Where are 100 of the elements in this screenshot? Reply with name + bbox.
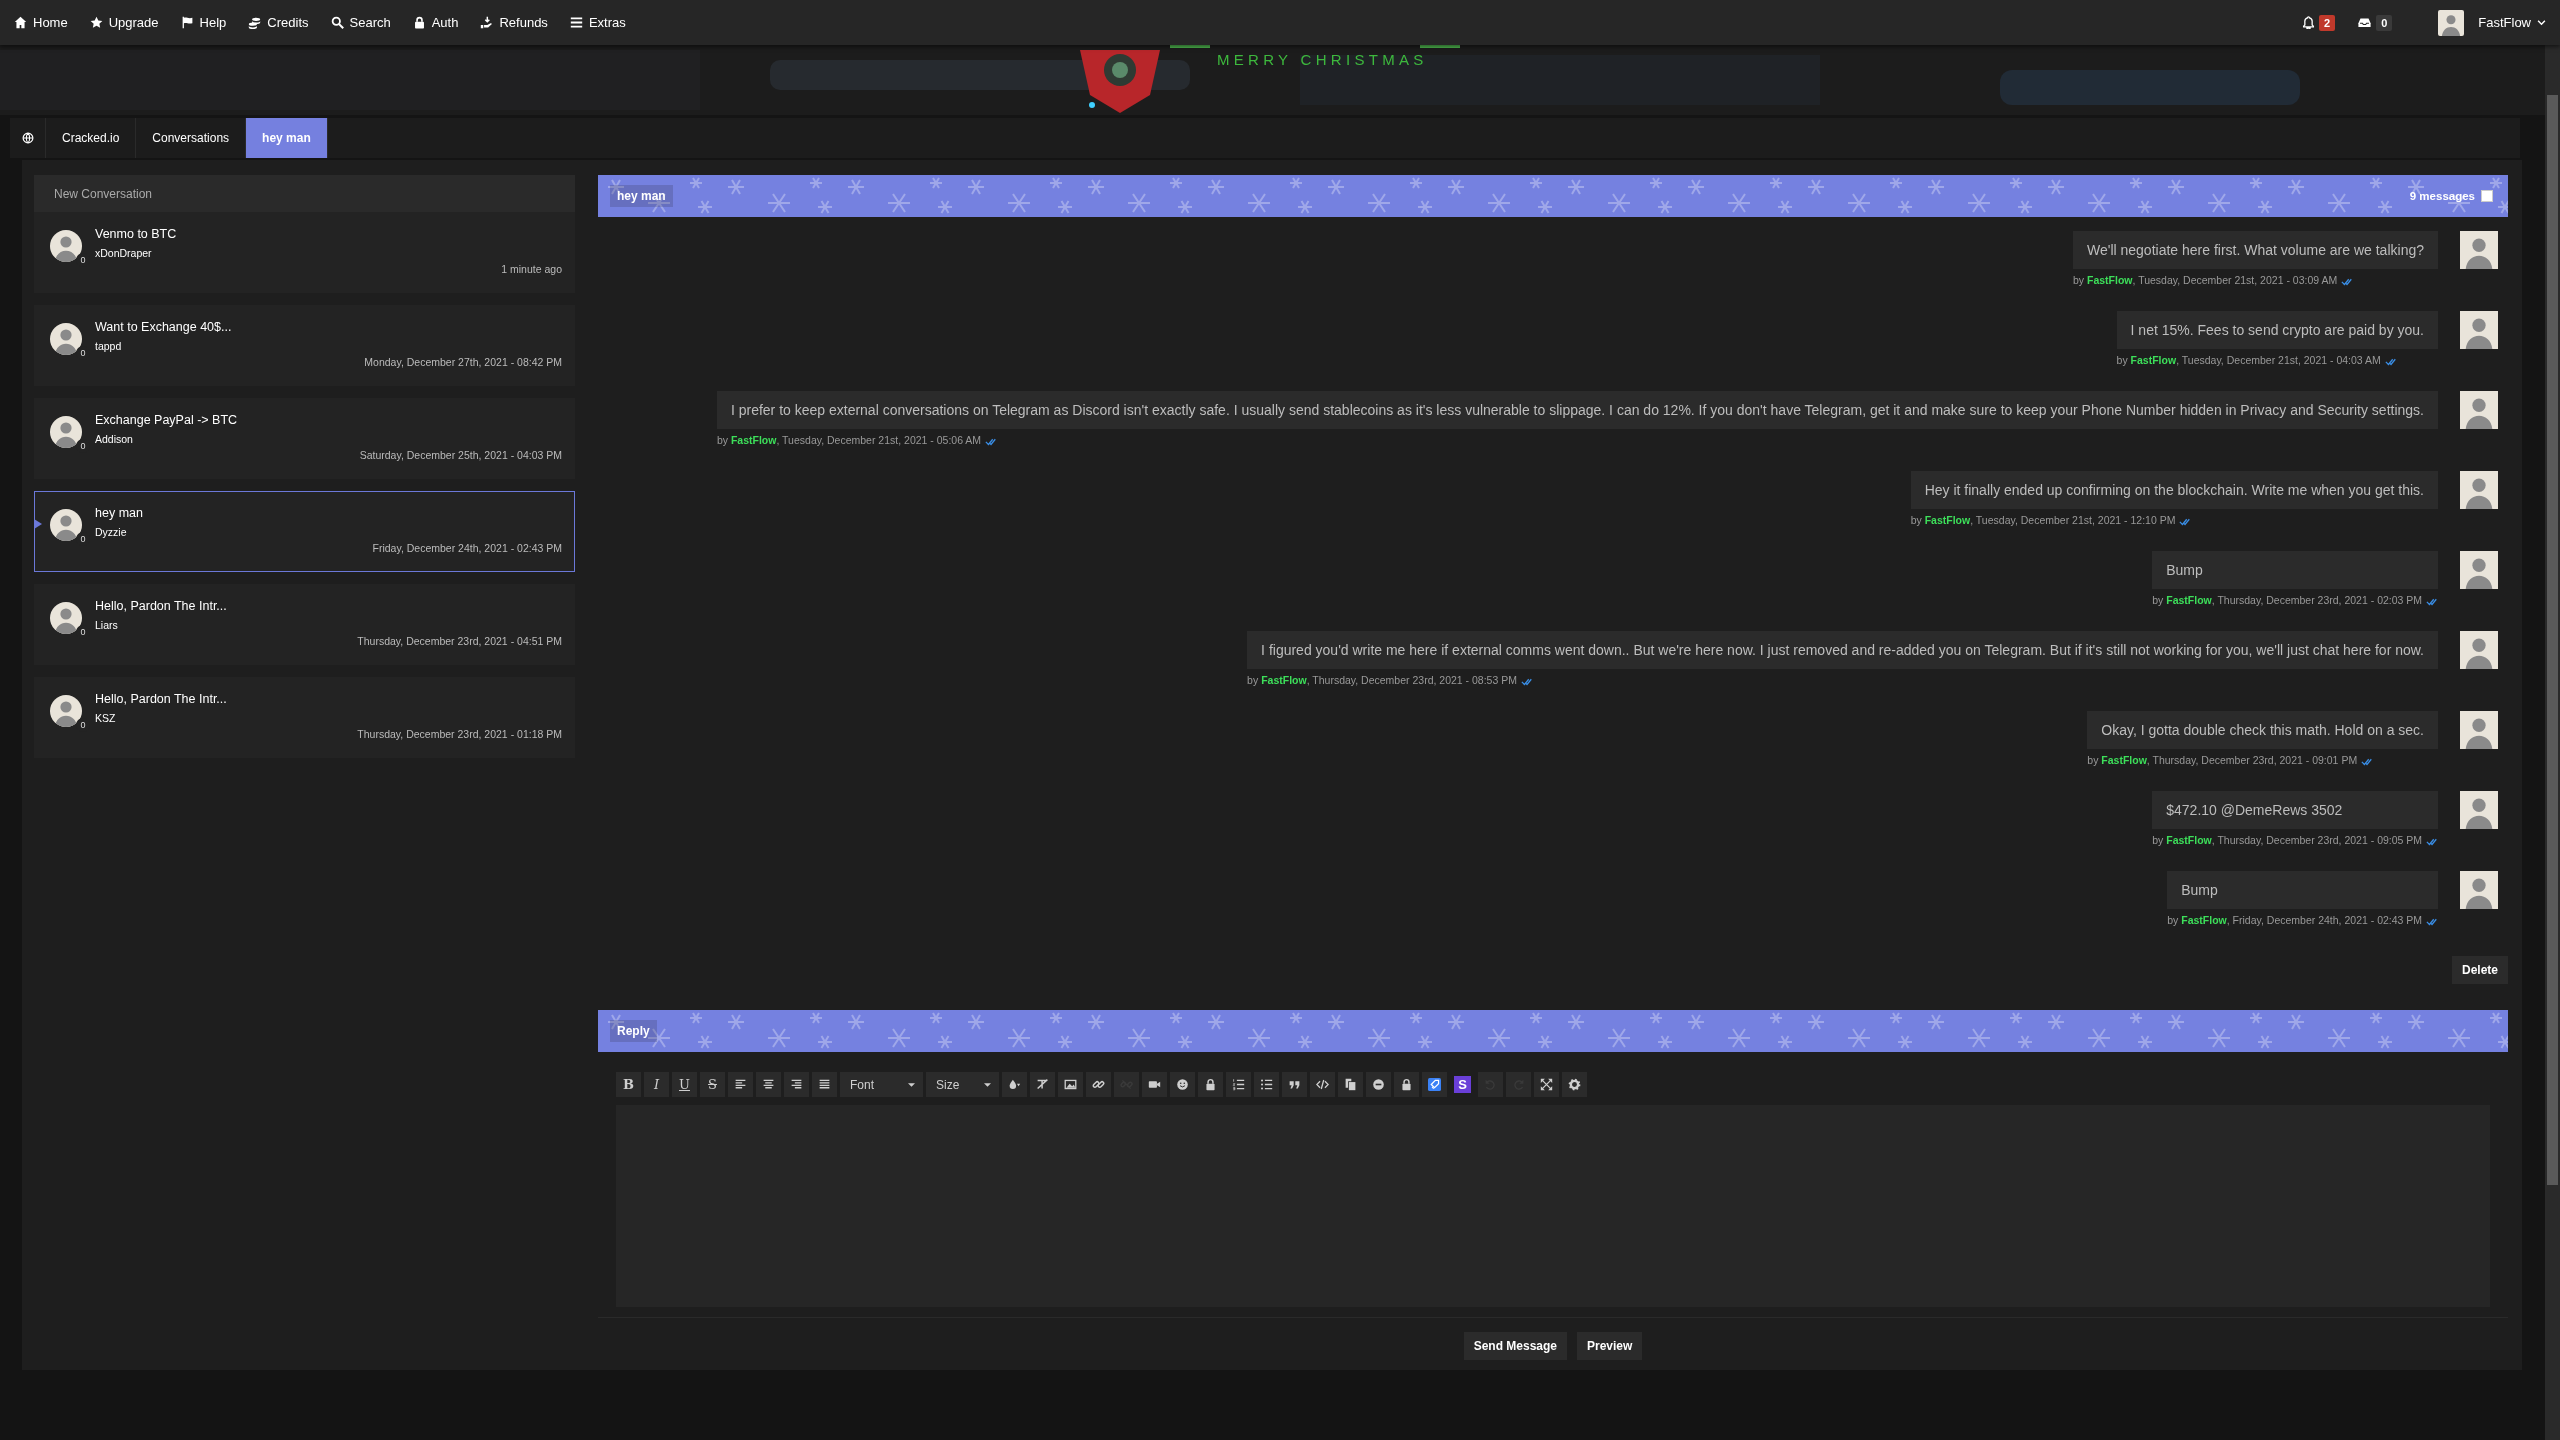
- conversation-item[interactable]: 0 Hello, Pardon The Intr... Liars Thursday, December 23rd, 2021 - 04:51 PM: [34, 584, 575, 665]
- bell-icon: [2302, 16, 2315, 29]
- message-meta: by FastFlow, Thursday, December 23rd, 2021 - 02:03 PM: [2152, 594, 2438, 606]
- select-all-checkbox[interactable]: [2481, 190, 2493, 202]
- scrollbar-thumb[interactable]: [2547, 95, 2558, 1185]
- new-conversation-button[interactable]: New Conversation: [34, 175, 575, 212]
- search-icon: [330, 16, 344, 29]
- nav-link[interactable]: Auth: [401, 7, 470, 38]
- align-center-icon[interactable]: [762, 1078, 775, 1091]
- code-icon[interactable]: [1316, 1078, 1329, 1091]
- link-icon[interactable]: [1092, 1078, 1105, 1091]
- message-count: 9 messages: [2409, 190, 2475, 202]
- author-link[interactable]: FastFlow: [2181, 914, 2227, 926]
- message-bubble: Hey it finally ended up confirming on the blockchain. Write me when you get this.: [1910, 471, 2438, 509]
- scrollbar[interactable]: [2545, 45, 2560, 1440]
- align-right-icon[interactable]: [790, 1078, 803, 1091]
- star-icon: [89, 16, 103, 29]
- message-bubble: I net 15%. Fees to send crypto are paid by you.: [2116, 311, 2438, 349]
- format-button[interactable]: I: [644, 1072, 669, 1097]
- settings-icon[interactable]: [1568, 1078, 1581, 1091]
- user-avatar: [2460, 391, 2498, 429]
- nav-link[interactable]: Upgrade: [78, 7, 170, 38]
- send-message-button[interactable]: Send Message: [1463, 1332, 1567, 1360]
- caret-icon: [2537, 18, 2546, 27]
- user-avatar: [2460, 231, 2498, 269]
- breadcrumb-link[interactable]: Cracked.io: [46, 118, 137, 158]
- user-avatar: [2460, 631, 2498, 669]
- message-meta: by FastFlow, Thursday, December 23rd, 2021 - 09:05 PM: [2152, 834, 2438, 846]
- bullet-list-icon[interactable]: [1260, 1078, 1273, 1091]
- image-icon[interactable]: [1064, 1078, 1077, 1091]
- user-avatar: [2438, 9, 2465, 36]
- user-avatar: [50, 416, 82, 448]
- conversation-user: KSZ: [95, 712, 117, 724]
- conversation-title: Exchange PayPal -> BTC: [95, 413, 239, 427]
- user-menu[interactable]: FastFlow: [2478, 15, 2546, 30]
- user-avatar: [2460, 471, 2498, 509]
- lock-icon[interactable]: [1400, 1078, 1413, 1091]
- conversation-item[interactable]: 0 Want to Exchange 40$... tappd Monday, December 27th, 2021 - 08:42 PM: [34, 305, 575, 386]
- user-avatar: [2460, 871, 2498, 909]
- conversation-user: Dyzzie: [95, 526, 128, 538]
- numbered-list-icon[interactable]: [1232, 1078, 1245, 1091]
- author-link[interactable]: FastFlow: [2166, 834, 2212, 846]
- conversation-user: Liars: [95, 619, 119, 631]
- nav-link[interactable]: Help: [169, 7, 238, 38]
- clear-format-icon[interactable]: [1036, 1078, 1049, 1091]
- lock-icon: [412, 16, 426, 29]
- section-title: Reply: [610, 1020, 657, 1042]
- video-icon[interactable]: [1148, 1078, 1161, 1091]
- text-color-icon[interactable]: [1008, 1078, 1021, 1091]
- delete-button[interactable]: Delete: [2451, 956, 2508, 984]
- user-avatar: [50, 602, 82, 634]
- author-link[interactable]: FastFlow: [2101, 754, 2147, 766]
- caret-icon: [908, 1082, 915, 1087]
- breadcrumb-link[interactable]: hey man: [246, 118, 328, 158]
- nav-link[interactable]: Extras: [558, 7, 637, 38]
- coins-icon: [248, 16, 262, 29]
- lock-icon[interactable]: [1204, 1078, 1217, 1091]
- emoji-icon[interactable]: [1176, 1078, 1189, 1091]
- inbox-count[interactable]: 0: [2376, 14, 2393, 31]
- caret-icon: [984, 1082, 991, 1087]
- justify-icon[interactable]: [818, 1078, 831, 1091]
- tag-icon[interactable]: [1428, 1078, 1441, 1091]
- maximize-icon[interactable]: [1540, 1078, 1553, 1091]
- user-avatar: [2460, 711, 2498, 749]
- minus-icon[interactable]: [1372, 1078, 1385, 1091]
- author-link[interactable]: FastFlow: [1261, 674, 1307, 686]
- message-bubble: $472.10 @DemeRews 3502: [2152, 791, 2438, 829]
- message-bubble: We'll negotiate here first. What volume are we talking?: [2072, 231, 2438, 269]
- format-button[interactable]: U: [672, 1072, 697, 1097]
- quote-icon[interactable]: [1288, 1078, 1301, 1091]
- conversation-user: xDonDraper: [95, 247, 153, 259]
- conversation-item[interactable]: 0 Hello, Pardon The Intr... KSZ Thursday, December 23rd, 2021 - 01:18 PM: [34, 677, 575, 758]
- conversation-title: hey man: [95, 506, 144, 520]
- author-link[interactable]: FastFlow: [2087, 274, 2133, 286]
- conversation-title: Want to Exchange 40$...: [95, 320, 233, 334]
- user-avatar: [50, 230, 82, 262]
- author-link[interactable]: FastFlow: [2166, 594, 2212, 606]
- conversation-time: 1 minute ago: [501, 263, 562, 275]
- nav-link[interactable]: Home: [12, 7, 79, 38]
- conversation-item[interactable]: 0 hey man Dyzzie Friday, December 24th, 2021 - 02:43 PM: [34, 491, 575, 572]
- notification-count[interactable]: 2: [2319, 14, 2336, 31]
- nav-link[interactable]: Refunds: [469, 7, 559, 38]
- conversation-title: Venmo to BTC: [95, 227, 178, 241]
- section-title: hey man: [610, 185, 673, 207]
- message-meta: by FastFlow, Friday, December 24th, 2021 - 02:43 PM: [2167, 914, 2438, 926]
- conversation-item[interactable]: 0 Exchange PayPal -> BTC Addison Saturday, December 25th, 2021 - 04:03 PM: [34, 398, 575, 479]
- preview-button[interactable]: Preview: [1577, 1332, 1643, 1360]
- align-left-icon[interactable]: [734, 1078, 747, 1091]
- dropdown[interactable]: Font: [840, 1072, 923, 1097]
- conversation-title: Hello, Pardon The Intr...: [95, 692, 228, 706]
- conversation-time: Saturday, December 25th, 2021 - 04:03 PM: [359, 449, 562, 461]
- format-button[interactable]: S: [1454, 1076, 1471, 1093]
- message-bubble: I figured you'd write me here if external comms went down.. But we're here now. I just removed and re-added you on Telegram. But if it's still not working for you, we'll just chat here for now.: [1247, 631, 2438, 669]
- nav-link[interactable]: Credits: [237, 7, 320, 38]
- dropdown[interactable]: Size: [926, 1072, 999, 1097]
- copy-icon[interactable]: [1344, 1078, 1357, 1091]
- format-button[interactable]: S: [700, 1072, 725, 1097]
- nav-link[interactable]: Search: [319, 7, 402, 38]
- conversation-item[interactable]: 0 Venmo to BTC xDonDraper 1 minute ago: [34, 212, 575, 293]
- format-button[interactable]: B: [616, 1072, 641, 1097]
